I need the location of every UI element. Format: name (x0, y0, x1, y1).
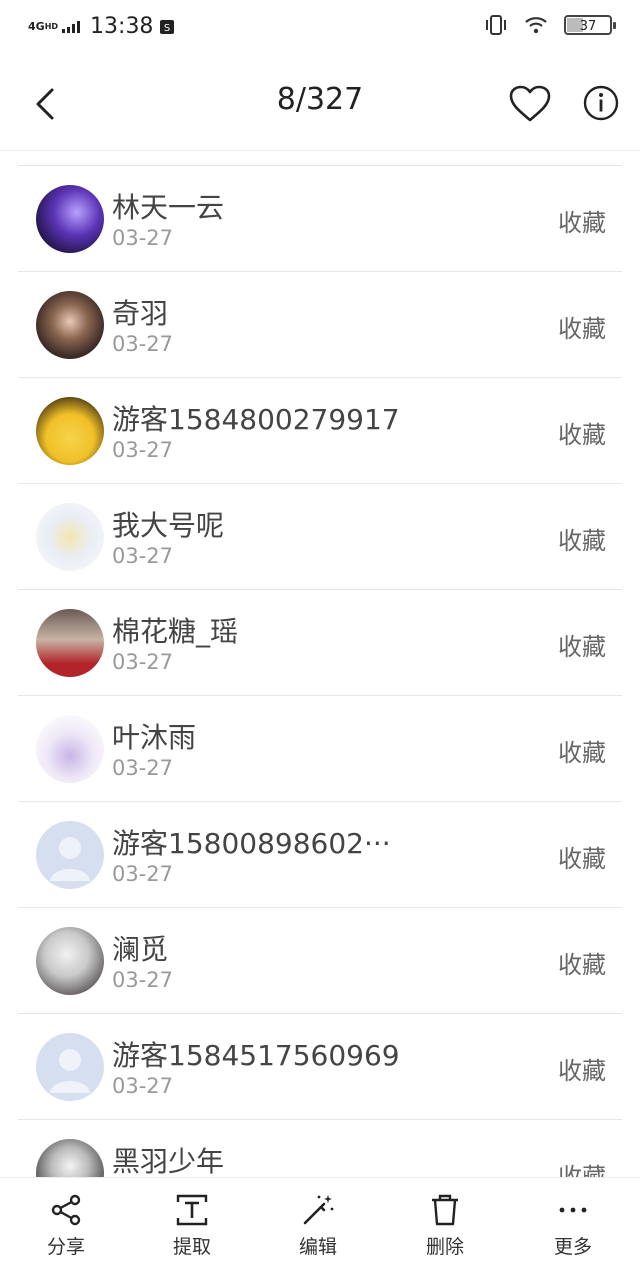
favorite-button[interactable]: 收藏 (558, 733, 606, 768)
avatar[interactable] (36, 291, 104, 359)
share-icon (51, 1194, 81, 1226)
item-date: 03-27 (112, 968, 174, 992)
user-name: 叶沐雨 (112, 721, 197, 754)
share-button[interactable]: 分享 (21, 1192, 111, 1259)
item-date: 03-27 (112, 1074, 174, 1098)
user-name: 棉花糖_瑶 (112, 615, 239, 648)
item-date: 03-27 (112, 438, 174, 462)
status-right: 37 (484, 14, 616, 36)
user-name: 游客1584800279917 (112, 403, 400, 436)
notification-icon: S (160, 19, 175, 34)
signal-icon (62, 20, 81, 33)
user-name: 奇羽 (112, 297, 169, 330)
default-avatar-icon[interactable] (36, 1033, 104, 1101)
user-name: 我大号呢 (112, 509, 225, 542)
favorite-button[interactable]: 收藏 (558, 521, 606, 556)
share-label: 分享 (46, 1236, 85, 1258)
list-item[interactable]: 奇羽 03-27 收藏 (18, 272, 622, 378)
item-date: 03-27 (112, 226, 174, 250)
avatar[interactable] (36, 185, 104, 253)
favorite-button[interactable]: 收藏 (558, 309, 606, 344)
list-item[interactable]: 游客15800898602··· 03-27 收藏 (18, 802, 622, 908)
avatar[interactable] (36, 1139, 104, 1177)
favorite-button[interactable]: 收藏 (558, 1157, 606, 1177)
app-header: 8/327 (0, 56, 640, 151)
list-item[interactable]: 我大号呢 03-27 收藏 (18, 484, 622, 590)
item-date: 03-27 (112, 650, 174, 674)
bottom-toolbar: 分享 提取 编辑 删除 更多 (0, 1177, 640, 1277)
list-item[interactable]: 林天一云 03-27 收藏 (18, 166, 622, 272)
user-name: 黑羽少年 (112, 1145, 225, 1177)
more-label: 更多 (553, 1236, 592, 1258)
favorite-button[interactable]: 收藏 (558, 203, 606, 238)
user-name: 林天一云 (112, 191, 225, 224)
battery-indicator: 37 (564, 15, 616, 35)
favorites-list[interactable]: 林天一云 03-27 收藏 奇羽 03-27 收藏 游客158480027991… (0, 165, 640, 1177)
avatar[interactable] (36, 927, 104, 995)
favorite-button[interactable]: 收藏 (558, 415, 606, 450)
magic-wand-icon (303, 1195, 334, 1225)
network-indicator: 4GHD (28, 20, 59, 33)
status-bar: 4GHD 13:38 S 37 (0, 0, 640, 56)
list-item[interactable]: 游客1584800279917 03-27 收藏 (18, 378, 622, 484)
vibrate-icon (486, 15, 506, 35)
favorite-button[interactable]: 收藏 (558, 839, 606, 874)
wifi-icon (525, 17, 547, 34)
extract-button[interactable]: 提取 (147, 1192, 237, 1259)
more-icon (559, 1207, 587, 1213)
user-name: 游客15800898602··· (112, 827, 391, 860)
favorite-button[interactable]: 收藏 (558, 627, 606, 662)
list-item[interactable]: 棉花糖_瑶 03-27 收藏 (18, 590, 622, 696)
info-icon[interactable] (582, 84, 620, 122)
default-avatar-icon[interactable] (36, 821, 104, 889)
more-button[interactable]: 更多 (528, 1192, 618, 1259)
list-item[interactable]: 黑羽少年 收藏 (18, 1120, 622, 1177)
item-date: 03-27 (112, 756, 174, 780)
item-date: 03-27 (112, 332, 174, 356)
user-name: 游客1584517560969 (112, 1039, 400, 1072)
extract-label: 提取 (172, 1236, 211, 1258)
edit-button[interactable]: 编辑 (273, 1192, 363, 1259)
clock: 13:38 (90, 14, 154, 39)
favorite-button[interactable]: 收藏 (558, 945, 606, 980)
heart-icon[interactable] (508, 84, 552, 124)
edit-label: 编辑 (298, 1236, 337, 1258)
item-date: 03-27 (112, 544, 174, 568)
favorite-button[interactable]: 收藏 (558, 1051, 606, 1086)
user-name: 澜觅 (112, 933, 169, 966)
avatar[interactable] (36, 397, 104, 465)
avatar[interactable] (36, 503, 104, 571)
text-extract-icon (176, 1194, 208, 1226)
delete-label: 删除 (425, 1236, 464, 1258)
item-date: 03-27 (112, 862, 174, 886)
list-item[interactable]: 叶沐雨 03-27 收藏 (18, 696, 622, 802)
svg-text:S: S (164, 23, 170, 34)
list-item[interactable]: 澜觅 03-27 收藏 (18, 908, 622, 1014)
list-item[interactable]: 游客1584517560969 03-27 收藏 (18, 1014, 622, 1120)
avatar[interactable] (36, 609, 104, 677)
trash-icon (432, 1194, 458, 1226)
status-left: 4GHD 13:38 S (28, 14, 175, 39)
avatar[interactable] (36, 715, 104, 783)
delete-button[interactable]: 删除 (400, 1192, 490, 1259)
